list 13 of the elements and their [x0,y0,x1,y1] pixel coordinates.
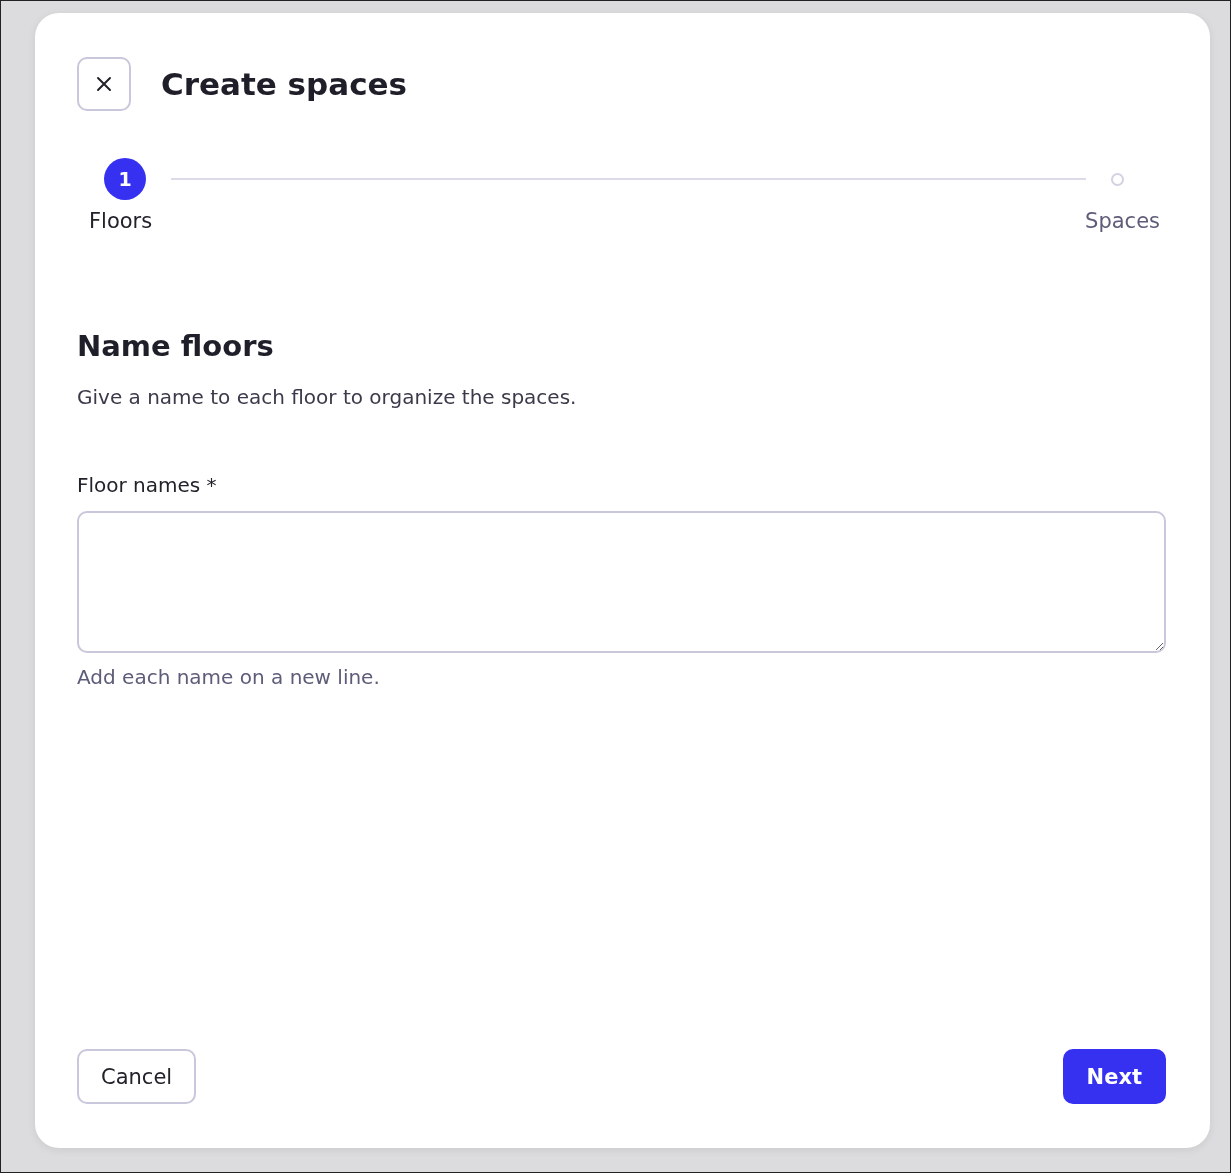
close-icon [96,76,112,92]
step-label: Floors [89,209,153,233]
helper-text: Add each name on a new line. [77,665,381,689]
dialog-title: Create spaces [161,66,408,102]
step-indicator: 1 [104,158,146,200]
next-button[interactable]: Next [1062,1049,1166,1104]
section-description: Give a name to each floor to organize the spaces. [77,385,578,409]
close-button[interactable] [77,57,131,111]
field-label: Floor names * [77,473,218,497]
step-label: Spaces [1085,209,1160,233]
section-heading: Name floors [77,329,275,363]
cancel-button[interactable]: Cancel [77,1049,197,1104]
floor-names-field[interactable] [77,511,1166,653]
